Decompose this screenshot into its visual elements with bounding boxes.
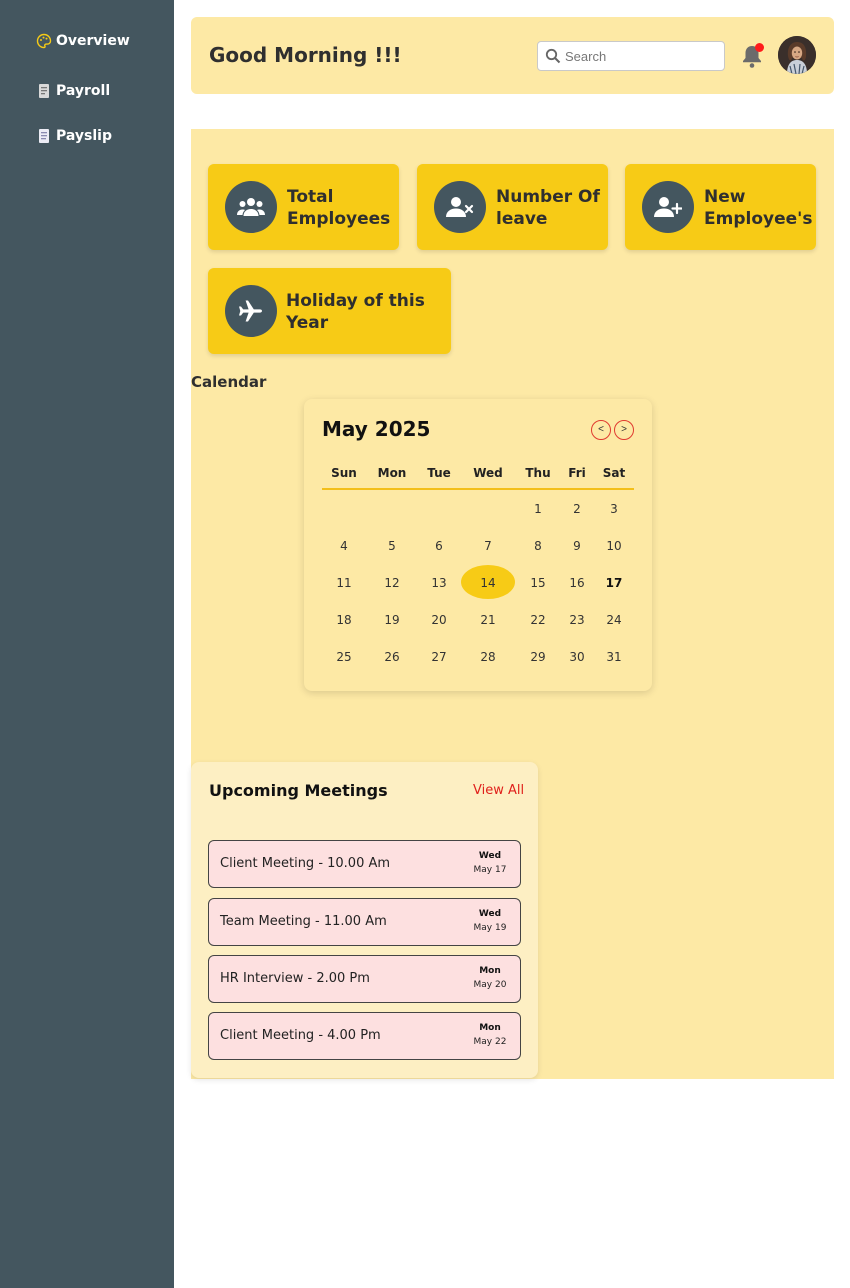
- user-add-icon: [642, 181, 694, 233]
- search-box[interactable]: [537, 41, 725, 71]
- meeting-weekday: Wed: [478, 851, 502, 861]
- receipt-icon: [36, 128, 52, 144]
- meeting-date: May 20: [473, 980, 507, 990]
- document-icon: [36, 83, 52, 99]
- greeting-title: Good Morning !!!: [209, 43, 402, 67]
- stat-card-label: New Employee's: [704, 187, 813, 229]
- calendar-day[interactable]: 8: [518, 536, 558, 556]
- calendar-day[interactable]: 18: [324, 610, 364, 630]
- avatar[interactable]: [778, 36, 816, 74]
- calendar-day[interactable]: 30: [557, 647, 597, 667]
- view-all-link[interactable]: View All: [473, 783, 524, 798]
- stat-card-number-of-leave[interactable]: Number Of leave: [417, 164, 608, 250]
- calendar-day[interactable]: 26: [372, 647, 412, 667]
- calendar-day[interactable]: 28: [468, 647, 508, 667]
- calendar-day[interactable]: 1: [518, 499, 558, 519]
- meeting-name: Client Meeting - 10.00 Am: [220, 856, 391, 871]
- meeting-item[interactable]: HR Interview - 2.00 Pm Mon May 20: [208, 955, 521, 1003]
- calendar-day[interactable]: 6: [419, 536, 459, 556]
- meeting-item[interactable]: Client Meeting - 10.00 Am Wed May 17: [208, 840, 521, 888]
- meetings-title: Upcoming Meetings: [209, 781, 388, 800]
- calendar-day[interactable]: 31: [594, 647, 634, 667]
- calendar-day[interactable]: 16: [557, 573, 597, 593]
- meeting-item[interactable]: Client Meeting - 4.00 Pm Mon May 22: [208, 1012, 521, 1060]
- stat-card-holidays[interactable]: Holiday of this Year: [208, 268, 451, 354]
- calendar-day[interactable]: 15: [518, 573, 558, 593]
- search-input[interactable]: [565, 46, 715, 66]
- meeting-name: HR Interview - 2.00 Pm: [220, 971, 370, 986]
- sidebar-item-label: Overview: [56, 33, 130, 49]
- calendar-day[interactable]: 22: [518, 610, 558, 630]
- sidebar-item-payslip[interactable]: Payslip: [36, 128, 112, 144]
- stat-card-label: Number Of leave: [496, 187, 600, 229]
- meeting-name: Client Meeting - 4.00 Pm: [220, 1028, 381, 1043]
- calendar-day[interactable]: 20: [419, 610, 459, 630]
- calendar-next-button[interactable]: >: [614, 420, 634, 440]
- calendar-weekday-header: Wed: [473, 466, 503, 480]
- calendar-day[interactable]: 14: [468, 573, 508, 593]
- sidebar-item-label: Payslip: [56, 128, 112, 144]
- palette-icon: [36, 33, 52, 49]
- calendar-day[interactable]: 2: [557, 499, 597, 519]
- calendar-heading: Calendar: [191, 373, 267, 391]
- stat-card-label: Total Employees: [287, 187, 391, 229]
- calendar-weekday-header: Mon: [377, 466, 407, 480]
- meeting-weekday: Mon: [479, 1023, 501, 1033]
- calendar-day[interactable]: 13: [419, 573, 459, 593]
- calendar-weekday-header: Thu: [525, 466, 551, 480]
- notification-dot: [755, 43, 764, 52]
- calendar-divider: [322, 488, 634, 490]
- calendar-day[interactable]: 5: [372, 536, 412, 556]
- calendar-weekday-header: Fri: [568, 466, 586, 480]
- users-icon: [225, 181, 277, 233]
- calendar-day[interactable]: 25: [324, 647, 364, 667]
- calendar-day[interactable]: 19: [372, 610, 412, 630]
- meeting-name: Team Meeting - 11.00 Am: [220, 914, 387, 929]
- stat-card-new-employees[interactable]: New Employee's: [625, 164, 816, 250]
- top-header: Good Morning !!!: [191, 17, 834, 94]
- calendar-widget: May 2025 < > Sun Mon Tue Wed Thu Fri Sat 12345…: [304, 399, 652, 691]
- calendar-day[interactable]: 10: [594, 536, 634, 556]
- calendar-day[interactable]: 23: [557, 610, 597, 630]
- calendar-day[interactable]: 4: [324, 536, 364, 556]
- calendar-day[interactable]: 11: [324, 573, 364, 593]
- meeting-weekday: Wed: [478, 909, 502, 919]
- calendar-weekday-header: Sat: [602, 466, 626, 480]
- notification-bell[interactable]: [740, 43, 764, 69]
- calendar-weekday-header: Tue: [427, 466, 451, 480]
- meeting-date: May 22: [473, 1037, 507, 1047]
- calendar-day[interactable]: 21: [468, 610, 508, 630]
- meeting-item[interactable]: Team Meeting - 11.00 Am Wed May 19: [208, 898, 521, 946]
- bell-icon: [740, 46, 764, 73]
- calendar-day[interactable]: 7: [468, 536, 508, 556]
- calendar-day-today[interactable]: 17: [594, 573, 634, 593]
- calendar-day[interactable]: 29: [518, 647, 558, 667]
- calendar-month-label: May 2025: [322, 417, 431, 441]
- user-remove-icon: [434, 181, 486, 233]
- calendar-prev-button[interactable]: <: [591, 420, 611, 440]
- stat-card-total-employees[interactable]: Total Employees: [208, 164, 399, 250]
- search-icon: [545, 48, 561, 64]
- meeting-date: May 17: [473, 865, 507, 875]
- airplane-icon: [225, 285, 277, 337]
- calendar-weekday-header: Sun: [331, 466, 357, 480]
- meeting-weekday: Mon: [479, 966, 501, 976]
- calendar-day[interactable]: 27: [419, 647, 459, 667]
- sidebar: Overview Payroll Payslip: [0, 0, 174, 1288]
- calendar-day[interactable]: 24: [594, 610, 634, 630]
- meeting-date: May 19: [473, 923, 507, 933]
- calendar-day[interactable]: 9: [557, 536, 597, 556]
- stat-card-label: Holiday of this Year: [286, 291, 425, 333]
- calendar-day[interactable]: 12: [372, 573, 412, 593]
- upcoming-meetings-panel: Upcoming Meetings View All Client Meetin…: [191, 762, 538, 1078]
- sidebar-item-payroll[interactable]: Payroll: [36, 83, 110, 99]
- sidebar-item-label: Payroll: [56, 83, 111, 99]
- calendar-day[interactable]: 3: [594, 499, 634, 519]
- sidebar-item-overview[interactable]: Overview: [36, 33, 130, 49]
